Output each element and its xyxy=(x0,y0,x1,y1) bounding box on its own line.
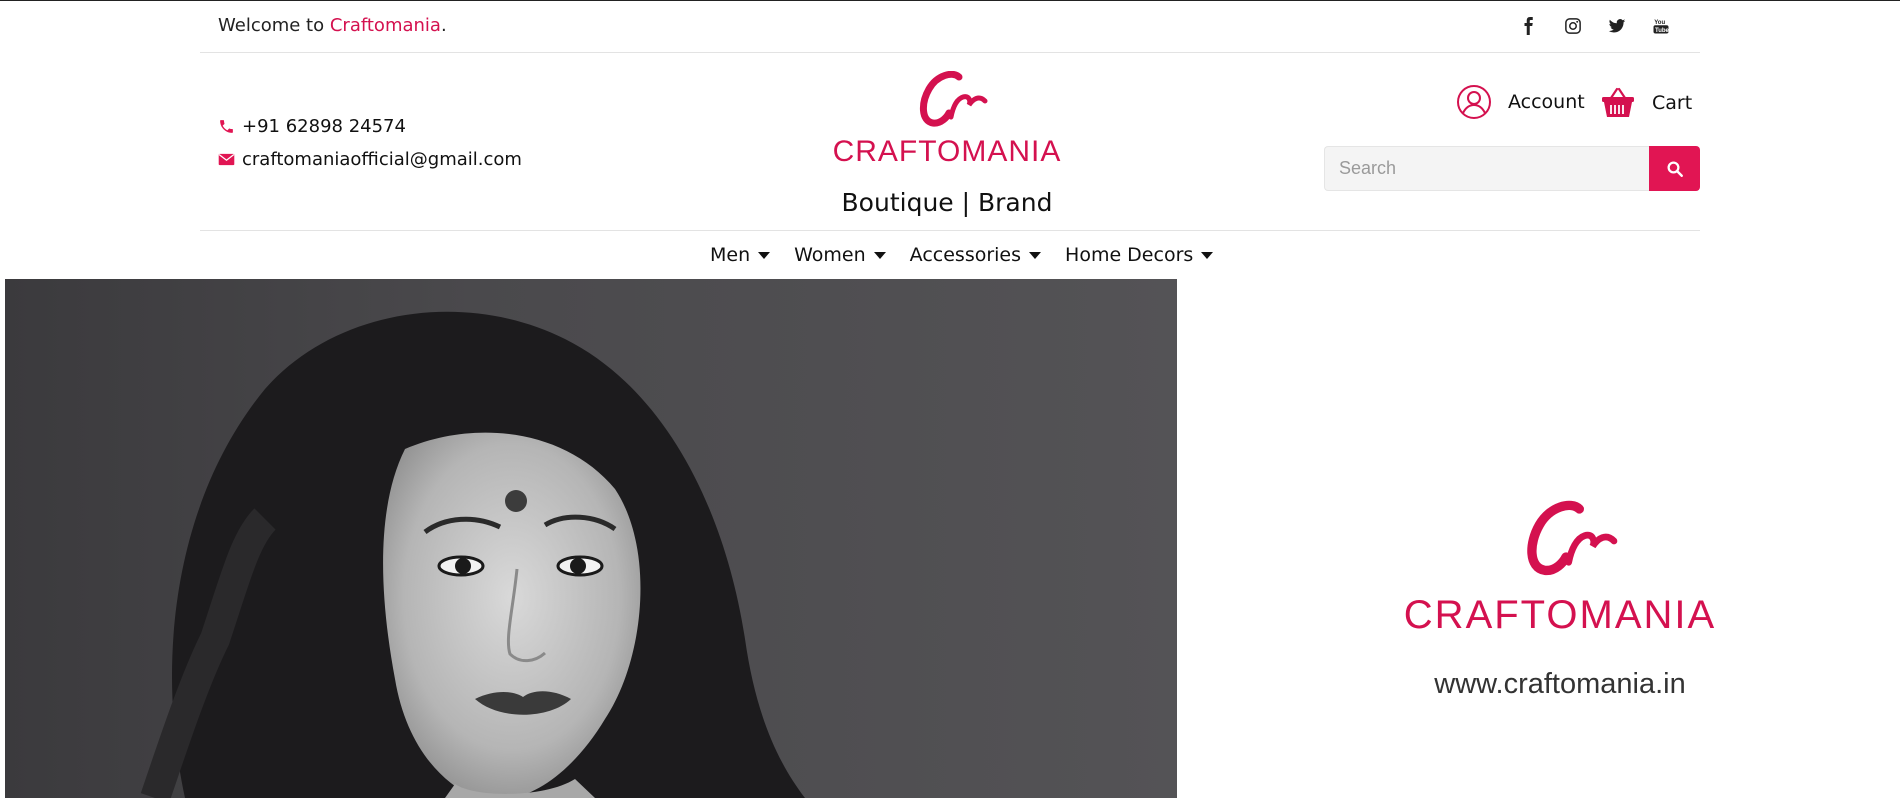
logo-wordmark: CRAFTOMANIA xyxy=(832,135,1062,168)
search-button[interactable] xyxy=(1649,146,1700,191)
cart-link[interactable]: Cart xyxy=(1599,84,1692,122)
svg-text:Tube: Tube xyxy=(1655,28,1670,34)
hero-logo: CRAFTOMANIA www.craftomania.in xyxy=(1360,495,1760,705)
instagram-icon[interactable] xyxy=(1562,15,1584,37)
welcome-message: Welcome to Craftomania. xyxy=(218,15,447,36)
site-logo[interactable]: CRAFTOMANIA xyxy=(812,71,1082,171)
social-links: You Tube xyxy=(1518,15,1672,37)
site-header: +91 62898 24574 craftomaniaofficial@gmai… xyxy=(200,54,1700,231)
shopping-basket-icon xyxy=(1602,87,1634,117)
caret-down-icon xyxy=(1201,251,1214,259)
welcome-suffix: . xyxy=(440,15,447,36)
top-bar: Welcome to Craftomania. You Tube xyxy=(200,1,1700,53)
nav-item-men[interactable]: Men xyxy=(698,232,782,278)
nav-label: Home Decors xyxy=(1065,244,1194,266)
nav-item-women[interactable]: Women xyxy=(782,232,898,278)
twitter-icon[interactable] xyxy=(1606,15,1628,37)
caret-down-icon xyxy=(873,251,886,259)
account-link[interactable]: Account xyxy=(1456,84,1585,120)
caret-down-icon xyxy=(758,251,771,259)
nav-item-home-decors[interactable]: Home Decors xyxy=(1053,232,1225,278)
caret-down-icon xyxy=(1029,251,1042,259)
hero-logo-monogram xyxy=(1527,500,1618,576)
nav-label: Accessories xyxy=(909,244,1022,266)
search-icon xyxy=(1667,161,1683,177)
logo-monogram xyxy=(920,71,988,127)
envelope-icon xyxy=(218,153,235,166)
search-bar xyxy=(1324,146,1700,191)
cart-label: Cart xyxy=(1652,92,1693,114)
contact-email[interactable]: craftomaniaofficial@gmail.com xyxy=(218,149,522,170)
youtube-icon[interactable]: You Tube xyxy=(1650,15,1672,37)
hero-banner-image xyxy=(5,279,1177,798)
main-nav: Men Women Accessories Home Decors xyxy=(698,232,1225,278)
svg-text:You: You xyxy=(1654,20,1665,26)
welcome-brand-link[interactable]: Craftomania xyxy=(330,15,441,36)
user-circle-icon xyxy=(1457,85,1491,119)
facebook-icon[interactable] xyxy=(1518,15,1540,37)
email-address: craftomaniaofficial@gmail.com xyxy=(242,149,522,170)
model-portrait xyxy=(140,311,805,798)
nav-label: Men xyxy=(710,244,751,266)
account-label: Account xyxy=(1508,91,1585,113)
welcome-prefix: Welcome to xyxy=(218,15,330,36)
hero-logo-wordmark: CRAFTOMANIA xyxy=(1403,593,1717,637)
hero-website-url: www.craftomania.in xyxy=(1434,668,1686,700)
brand-tagline: Boutique | Brand xyxy=(841,188,1053,217)
phone-number: +91 62898 24574 xyxy=(242,116,406,137)
nav-label: Women xyxy=(794,244,866,266)
nav-item-accessories[interactable]: Accessories xyxy=(898,232,1053,278)
phone-icon xyxy=(220,120,233,133)
contact-phone[interactable]: +91 62898 24574 xyxy=(218,116,406,137)
search-input[interactable] xyxy=(1324,146,1649,191)
